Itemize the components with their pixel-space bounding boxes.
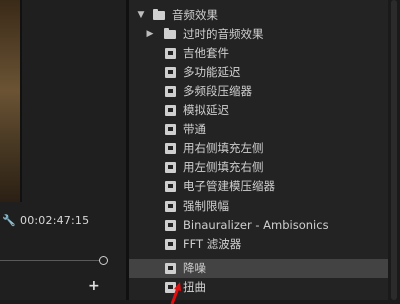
category-label: 音频效果 bbox=[172, 8, 218, 22]
effect-item-selected[interactable]: 降噪 bbox=[129, 259, 388, 278]
clipped-row bbox=[129, 0, 388, 3]
effect-item[interactable]: FFT 滤波器 bbox=[129, 235, 388, 254]
effect-label: 用右侧填充左侧 bbox=[183, 141, 264, 155]
effects-scrollbar-thumb[interactable] bbox=[391, 0, 397, 300]
effect-label: 吉他套件 bbox=[183, 46, 229, 60]
zoom-scrollbar-track[interactable] bbox=[0, 260, 104, 261]
program-monitor-panel: 🔧 00:02:47:15 + bbox=[0, 0, 126, 300]
effect-item[interactable]: 用左侧填充右侧 bbox=[129, 158, 388, 177]
chevron-right-icon[interactable]: ▶ bbox=[146, 25, 154, 44]
effect-label: FFT 滤波器 bbox=[183, 237, 242, 251]
audio-effect-icon bbox=[165, 86, 176, 97]
audio-effect-icon bbox=[165, 105, 176, 116]
effects-folder-obsolete-audio[interactable]: ▶ 过时的音频效果 bbox=[129, 25, 388, 44]
folder-icon bbox=[153, 9, 165, 20]
button-editor-plus-button[interactable]: + bbox=[88, 278, 100, 294]
effect-item[interactable]: 模拟延迟 bbox=[129, 101, 388, 120]
zoom-scrollbar-handle[interactable] bbox=[99, 256, 108, 265]
preview-border bbox=[20, 0, 22, 202]
audio-effect-icon bbox=[165, 181, 176, 192]
effect-item[interactable]: 吉他套件 bbox=[129, 44, 388, 63]
folder-label: 过时的音频效果 bbox=[183, 27, 264, 41]
audio-effect-icon bbox=[165, 67, 176, 78]
playhead-timecode[interactable]: 00:02:47:15 bbox=[20, 214, 89, 227]
audio-effect-icon bbox=[165, 263, 176, 274]
effect-item[interactable]: 扭曲 bbox=[129, 278, 388, 297]
effect-label: 模拟延迟 bbox=[183, 103, 229, 117]
effect-label: 扭曲 bbox=[183, 280, 206, 294]
audio-effect-icon bbox=[165, 201, 176, 212]
wrench-icon[interactable]: 🔧 bbox=[2, 214, 16, 227]
annotation-arrow bbox=[170, 282, 181, 304]
audio-effect-icon bbox=[165, 239, 176, 250]
audio-effect-icon bbox=[165, 143, 176, 154]
effect-label: 用左侧填充右侧 bbox=[183, 160, 264, 174]
effect-label: Binauralizer - Ambisonics bbox=[183, 218, 329, 232]
effect-label: 降噪 bbox=[183, 261, 206, 275]
effect-item[interactable]: 用右侧填充左侧 bbox=[129, 139, 388, 158]
effect-item[interactable]: 多频段压缩器 bbox=[129, 82, 388, 101]
effect-label: 强制限幅 bbox=[183, 199, 229, 213]
effects-category-audio-effects[interactable]: ▼ 音频效果 bbox=[129, 6, 388, 25]
audio-effect-icon bbox=[165, 48, 176, 59]
audio-effect-icon bbox=[165, 220, 176, 231]
audio-effect-icon bbox=[165, 162, 176, 173]
effect-label: 多功能延迟 bbox=[183, 65, 241, 79]
video-preview bbox=[0, 0, 20, 202]
effect-item[interactable]: 带通 bbox=[129, 120, 388, 139]
audio-effect-icon bbox=[165, 124, 176, 135]
folder-icon bbox=[164, 28, 176, 39]
effect-label: 带通 bbox=[183, 122, 206, 136]
effect-item[interactable]: 多功能延迟 bbox=[129, 63, 388, 82]
chevron-down-icon[interactable]: ▼ bbox=[137, 6, 145, 25]
effect-label: 电子管建模压缩器 bbox=[183, 179, 275, 193]
effect-item[interactable]: 电子管建模压缩器 bbox=[129, 177, 388, 196]
effect-label: 多频段压缩器 bbox=[183, 84, 252, 98]
effect-item[interactable]: 强制限幅 bbox=[129, 197, 388, 216]
effect-item[interactable]: Binauralizer - Ambisonics bbox=[129, 216, 388, 235]
